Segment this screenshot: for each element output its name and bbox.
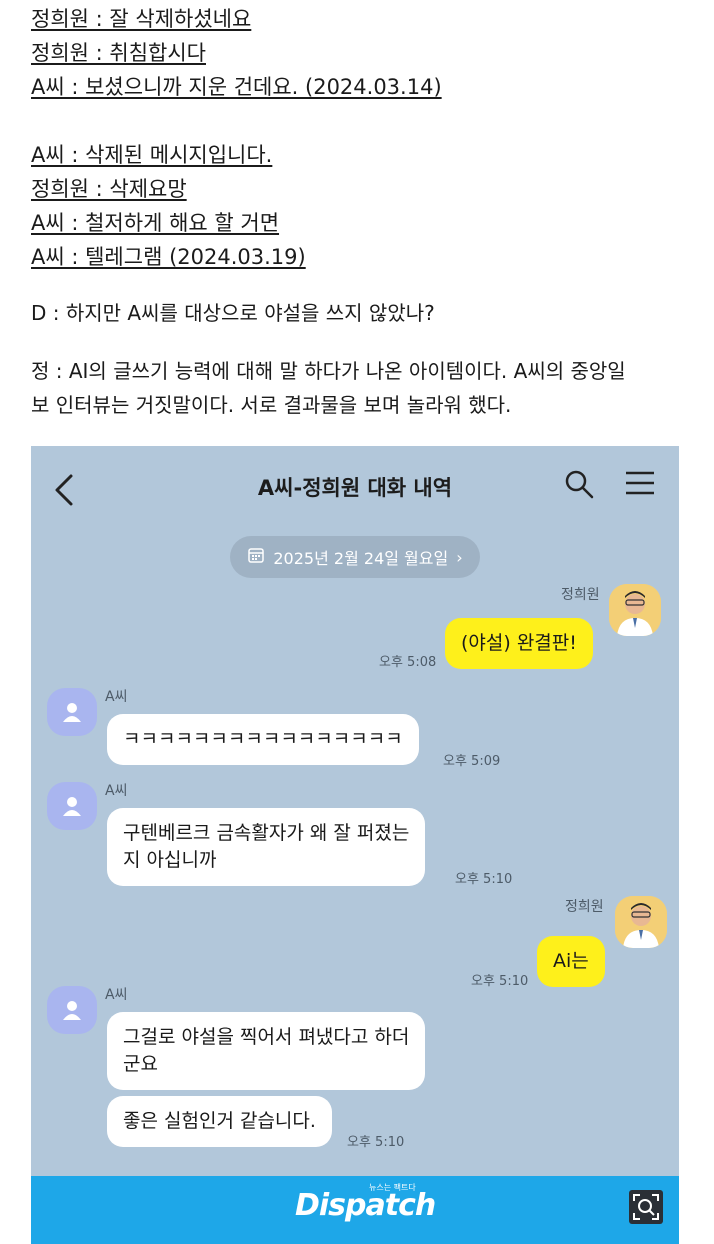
message-text-line: 지 아십니까 (123, 849, 217, 871)
chevron-right-icon: › (456, 547, 463, 567)
quote-line: A씨 : 보셨으니까 지운 건데요. (2024.03.14) (31, 75, 442, 99)
quote-line: A씨 : 철저하게 해요 할 거면 (31, 211, 280, 235)
message-bubble-sent[interactable]: (야설) 완결판! (445, 618, 593, 669)
message-time: 오후 5:08 (379, 655, 437, 670)
sender-name: 정희원 (565, 899, 604, 915)
quote-line: 정희원 : 삭제요망 (31, 177, 187, 201)
logo-tagline: 뉴스는 팩트다 (369, 1183, 416, 1192)
sender-name: 정희원 (561, 587, 600, 603)
sender-name: A씨 (105, 783, 128, 799)
calendar-icon (247, 546, 265, 568)
date-divider[interactable]: 2025년 2월 24일 월요일 › (230, 536, 480, 578)
quote-line: 정희원 : 취침합시다 (31, 41, 206, 65)
quote-line: A씨 : 텔레그램 (2024.03.19) (31, 245, 306, 269)
message-text-line: 그걸로 야설을 찍어서 펴냈다고 하더 (123, 1026, 410, 1048)
chat-screenshot: A씨-정희원 대화 내역 2025년 2월 24일 월요일 › 정희원 (야설)… (31, 446, 679, 1244)
profile-photo-avatar[interactable] (609, 584, 661, 636)
hamburger-menu-icon[interactable] (623, 468, 657, 498)
message-bubble-received[interactable]: 좋은 실험인거 같습니다. (107, 1096, 332, 1147)
dispatch-footer-banner: Dispatch 뉴스는 팩트다 (31, 1176, 679, 1244)
message-time: 오후 5:10 (347, 1135, 405, 1150)
message-time: 오후 5:10 (455, 872, 513, 887)
interview-answer-line: 보 인터뷰는 거짓말이다. 서로 결과물을 보며 놀라워 했다. (31, 393, 512, 417)
message-time: 오후 5:10 (471, 974, 529, 989)
default-avatar-icon[interactable] (47, 986, 97, 1034)
quote-line: 정희원 : 잘 삭제하셨네요 (31, 7, 252, 31)
dispatch-logo[interactable]: Dispatch (295, 1188, 436, 1223)
message-text-line: 군요 (123, 1053, 158, 1075)
date-label: 2025년 2월 24일 월요일 (273, 549, 449, 568)
sender-name: A씨 (105, 987, 128, 1003)
message-bubble-received[interactable]: 구텐베르크 금속활자가 왜 잘 퍼졌는 지 아십니까 (107, 808, 426, 886)
message-bubble-received[interactable]: 그걸로 야설을 찍어서 펴냈다고 하더 군요 (107, 1012, 426, 1090)
message-bubble-received[interactable]: ㅋㅋㅋㅋㅋㅋㅋㅋㅋㅋㅋㅋㅋㅋㅋㅋ (107, 714, 419, 765)
default-avatar-icon[interactable] (47, 688, 97, 736)
sender-name: A씨 (105, 689, 128, 705)
image-search-icon[interactable] (629, 1190, 663, 1224)
profile-photo-avatar[interactable] (615, 896, 667, 948)
quote-line: A씨 : 삭제된 메시지입니다. (31, 143, 273, 167)
default-avatar-icon[interactable] (47, 782, 97, 830)
message-bubble-sent[interactable]: Ai는 (537, 936, 605, 987)
message-time: 오후 5:09 (443, 754, 501, 769)
message-text-line: 구텐베르크 금속활자가 왜 잘 퍼졌는 (123, 822, 410, 844)
interview-question: D : 하지만 A씨를 대상으로 야설을 쓰지 않았나? (31, 301, 435, 325)
chat-header: A씨-정희원 대화 내역 (31, 446, 679, 530)
search-icon[interactable] (563, 468, 595, 500)
interview-answer-line: 정 : AI의 글쓰기 능력에 대해 말 하다가 나온 아이템이다. A씨의 중… (31, 359, 626, 383)
